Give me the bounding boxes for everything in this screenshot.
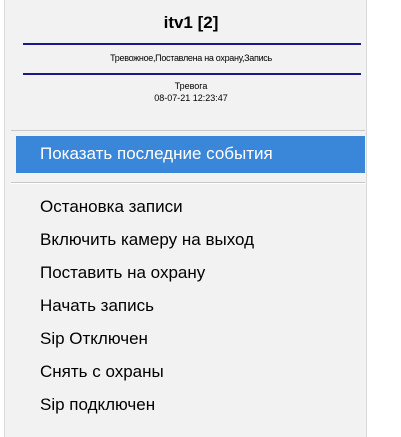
menu-item-start-recording[interactable]: Начать запись (40, 295, 154, 317)
header-divider-top (23, 43, 361, 45)
menu-item-sip-connected[interactable]: Sip подключен (40, 394, 155, 416)
menu-item-camera-output[interactable]: Включить камеру на выход (40, 229, 254, 251)
menu-separator-highlight (11, 183, 365, 184)
menu-item-label: Показать последние события (40, 144, 273, 163)
menu-item-stop-recording[interactable]: Остановка записи (40, 196, 183, 218)
menu-item-arm[interactable]: Поставить на охрану (40, 262, 205, 284)
menu-separator (11, 130, 365, 131)
menu-item-sip-disabled[interactable]: Sip Отключен (40, 328, 148, 350)
menu-item-disarm[interactable]: Снять с охраны (40, 361, 164, 383)
header-divider-bottom (23, 73, 361, 75)
camera-title: itv1 [2] (163, 13, 219, 32)
menu-header: itv1 [2] Тревожное,Поставлена на охрану,… (23, 0, 359, 110)
context-menu: itv1 [2] Тревожное,Поставлена на охрану,… (4, 0, 367, 437)
event-timestamp: 08-07-21 12:23:47 (154, 93, 228, 103)
camera-status: Тревожное,Поставлена на охрану,Запись (110, 53, 272, 63)
event-type: Тревога (174, 81, 208, 91)
